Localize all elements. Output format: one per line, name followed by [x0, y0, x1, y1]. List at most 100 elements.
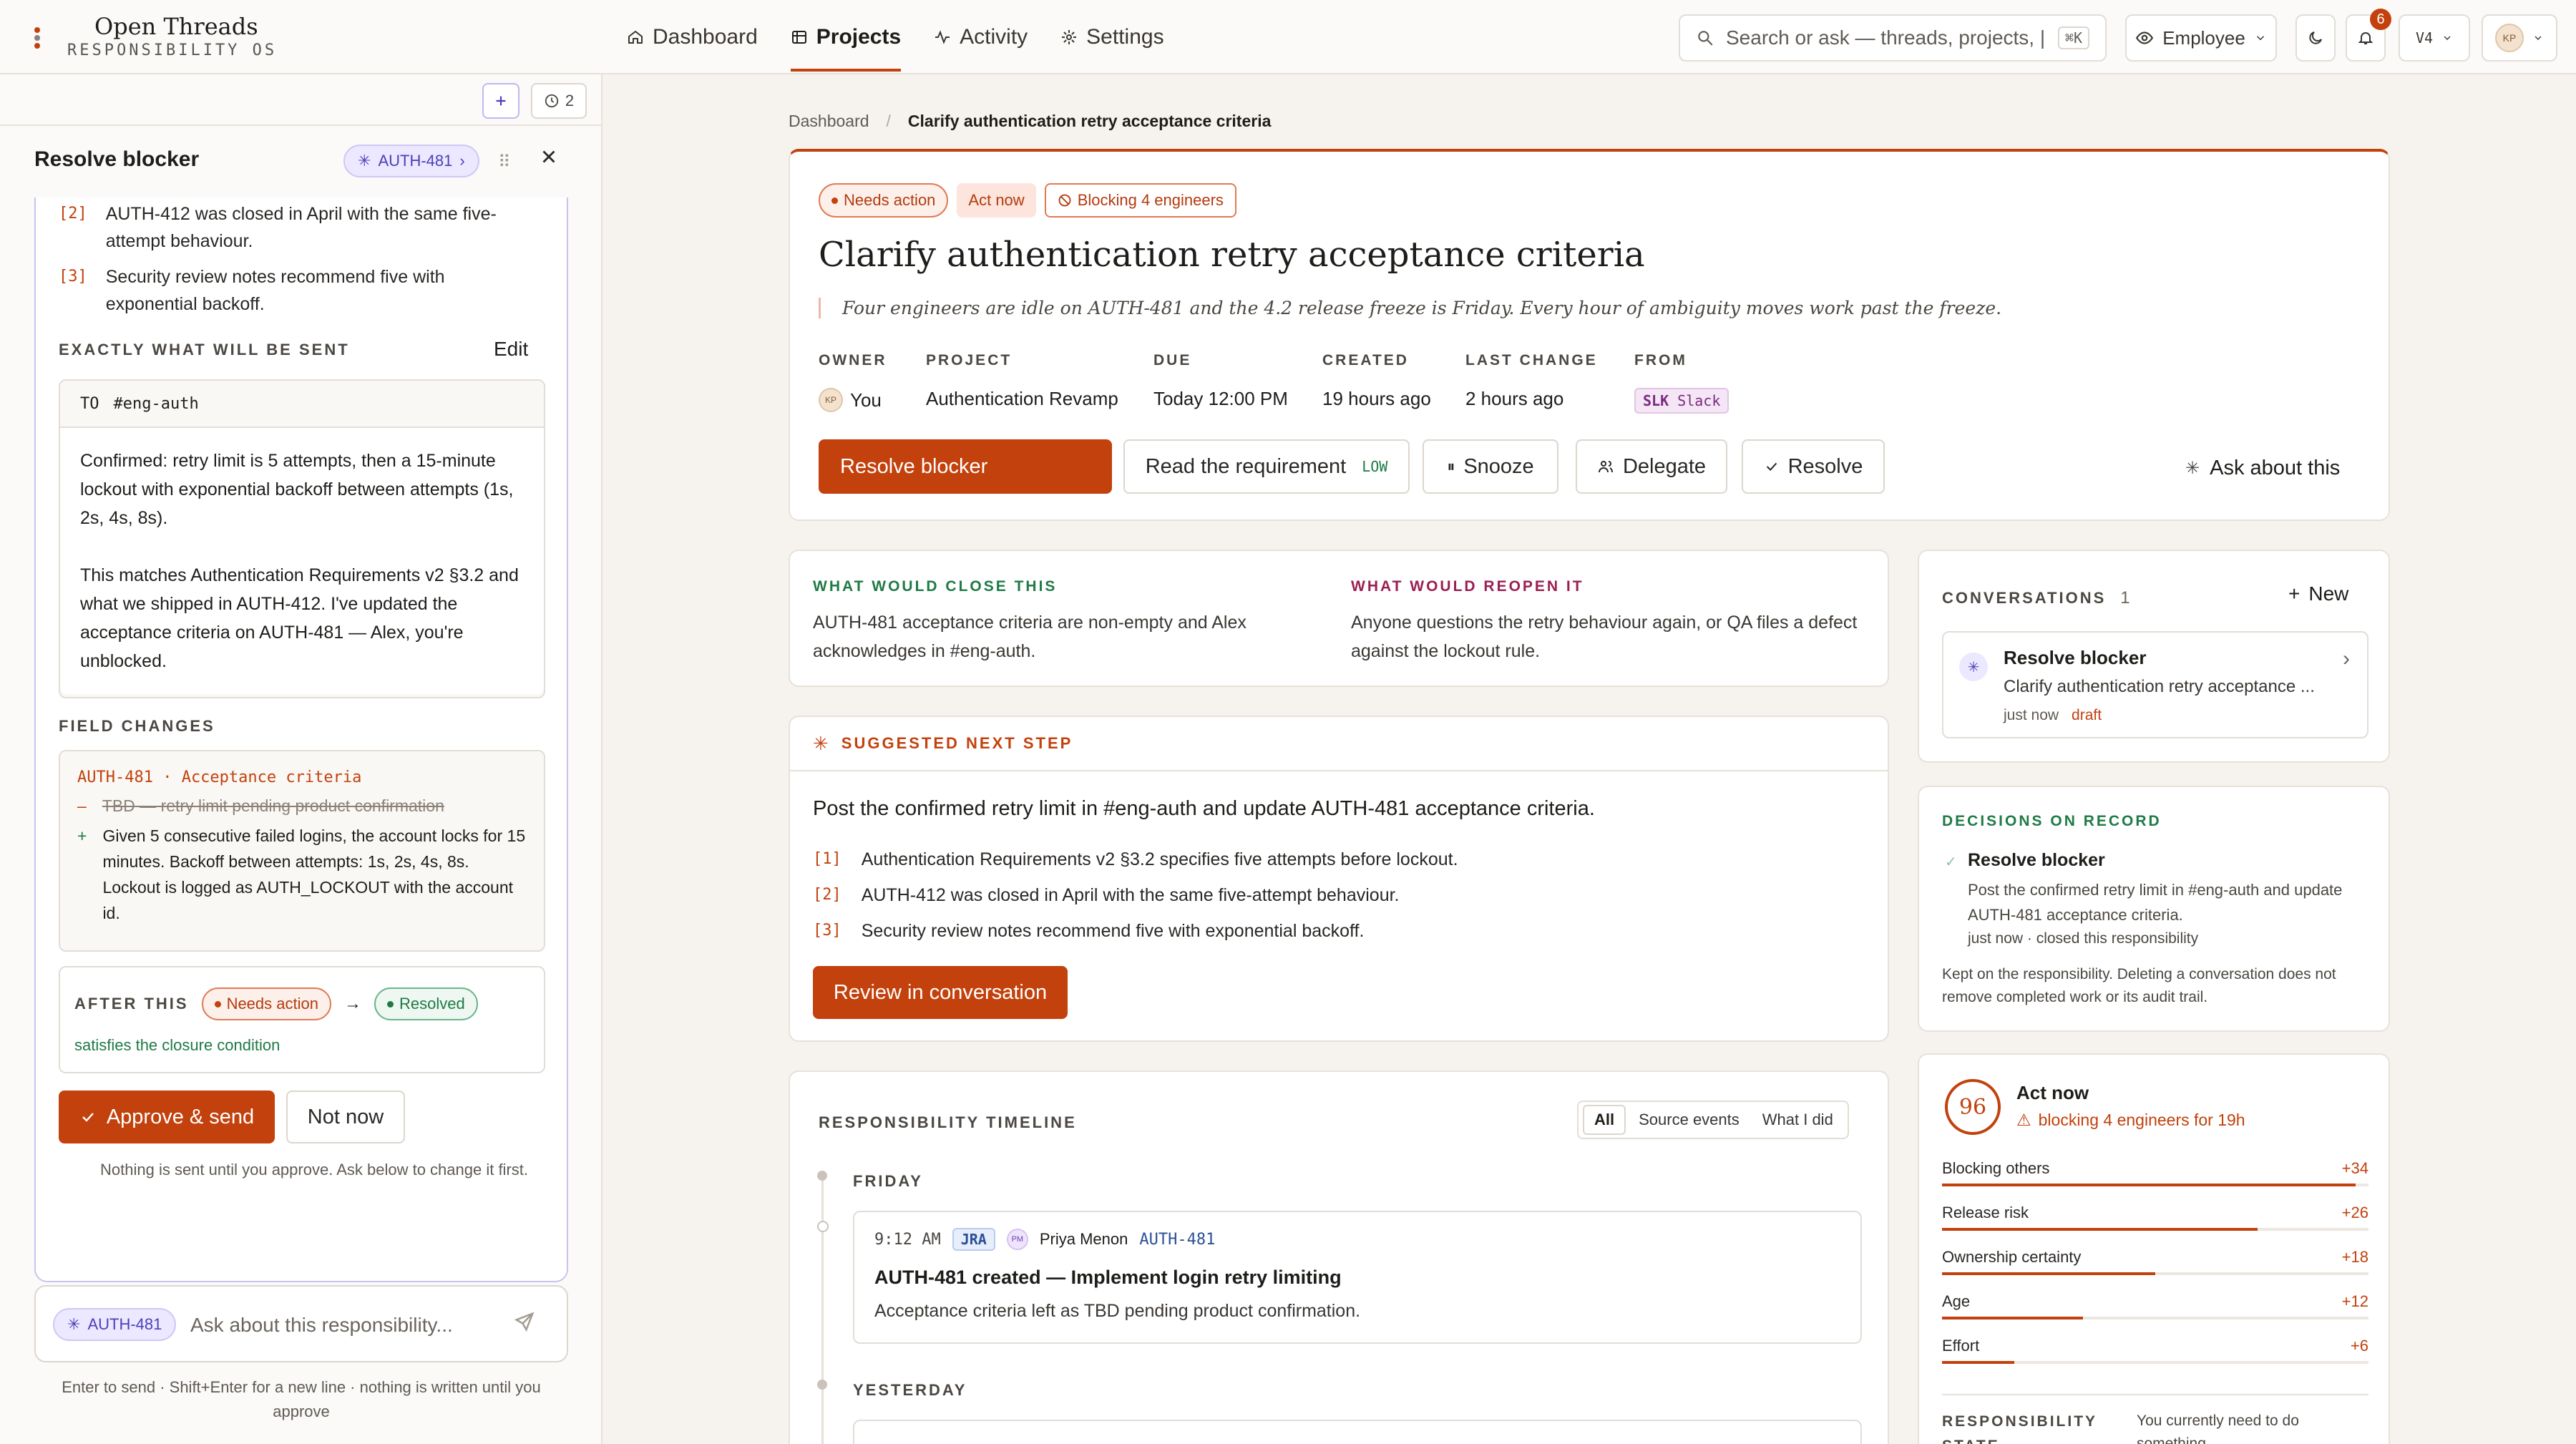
version-select[interactable]: V4 — [2399, 14, 2470, 62]
factor-fill — [1942, 1317, 2083, 1319]
score-label: Act now — [2016, 1082, 2089, 1103]
edit-button[interactable]: Edit — [494, 338, 528, 361]
chevron-down-icon — [2444, 36, 2451, 40]
theme-toggle[interactable] — [2296, 14, 2336, 62]
sparkle-icon: ✳ — [1959, 653, 1988, 681]
read-requirement-label: Read the requirement — [1145, 454, 1347, 478]
decision-title: Resolve blocker — [1968, 850, 2105, 870]
factor-fill — [1942, 1361, 2015, 1364]
people-icon — [1598, 461, 1613, 473]
citation-item[interactable]: [1] Authentication Requirements v2 §3.2 … — [813, 846, 1458, 873]
breadcrumb-root[interactable]: Dashboard — [789, 112, 869, 131]
factor-delta: +12 — [2341, 1292, 2368, 1310]
from-state-pill: Needs action — [201, 987, 331, 1020]
nav-activity[interactable]: Activity — [934, 0, 1028, 74]
composer-input[interactable]: Ask about this responsibility... — [190, 1314, 453, 1337]
role-select[interactable]: Employee — [2125, 14, 2277, 62]
send-icon[interactable] — [514, 1311, 535, 1337]
nav-projects[interactable]: Projects — [790, 0, 902, 74]
reopen-header: WHAT WOULD REOPEN IT — [1351, 578, 1584, 595]
factor-delta: +34 — [2341, 1159, 2368, 1177]
event-ticket-link[interactable]: AUTH-481 — [1139, 1231, 1215, 1249]
breadcrumb-current: Clarify authentication retry acceptance … — [907, 112, 1272, 130]
conversations-count: 1 — [2120, 588, 2130, 608]
resolve-blocker-button[interactable]: Resolve blocker — [819, 439, 1112, 494]
home-icon — [628, 30, 643, 44]
factor-row: Ownership certainty +18 — [1942, 1244, 2368, 1288]
history-button[interactable]: 2 — [531, 83, 587, 119]
close-icon[interactable] — [538, 146, 560, 172]
page-title: Clarify authentication retry acceptance … — [819, 235, 1645, 275]
slack-chip[interactable]: SLK Slack — [1634, 388, 1729, 414]
account-menu[interactable]: KP — [2482, 14, 2557, 62]
read-requirement-button[interactable]: Read the requirement LOW — [1123, 439, 1410, 494]
resolve-button[interactable]: Resolve — [1742, 439, 1885, 494]
composer[interactable]: ✳ AUTH-481 Ask about this responsibility… — [34, 1285, 568, 1362]
citation-number: [1] — [813, 850, 841, 868]
conversation-meta: just now draft — [2004, 707, 2102, 724]
context-chip[interactable]: ✳ AUTH-481 — [53, 1308, 177, 1341]
nav-settings[interactable]: Settings — [1060, 0, 1164, 74]
timeline-title: RESPONSIBILITY TIMELINE — [819, 1113, 1077, 1131]
nav-dashboard[interactable]: Dashboard — [627, 0, 758, 74]
delegate-button[interactable]: Delegate — [1576, 439, 1727, 494]
history-count: 2 — [565, 92, 575, 109]
blocking-badge: Blocking 4 engineers — [1044, 183, 1236, 218]
factor-label: Blocking others — [1942, 1159, 2050, 1177]
notifications-button[interactable]: 6 — [2346, 9, 2391, 62]
event-meta: 9:12 AM JRA PM Priya Menon AUTH-481 — [874, 1228, 1215, 1251]
priority-score-card: 96 Act now ⚠ blocking 4 engineers for 19… — [1918, 1053, 2390, 1444]
added-text: Given 5 consecutive failed logins, the a… — [102, 826, 526, 922]
review-conversation-button[interactable]: Review in conversation — [813, 966, 1068, 1019]
event-title: AUTH-481 created — Implement login retry… — [874, 1267, 1342, 1288]
meta-due: DUE Today 12:00 PM — [1153, 352, 1288, 410]
send-header: EXACTLY WHAT WILL BE SENT — [59, 341, 350, 358]
factor-label: Release risk — [1942, 1204, 2029, 1221]
filter-source-events[interactable]: Source events — [1629, 1106, 1750, 1133]
search-input[interactable]: Search or ask — threads, projects, | ⌘K — [1679, 14, 2107, 62]
to-label: TO — [80, 394, 99, 413]
needs-action-label: Needs action — [844, 191, 936, 209]
citation-item[interactable]: [3] Security review notes recommend five… — [813, 917, 1458, 945]
timeline-event[interactable] — [853, 1420, 1862, 1444]
new-conversation-link[interactable]: + New — [2288, 582, 2348, 605]
timeline-event[interactable]: 9:12 AM JRA PM Priya Menon AUTH-481 AUTH… — [853, 1211, 1862, 1344]
ticket-chip-label: AUTH-481 — [378, 152, 453, 170]
conversation-subtitle: Clarify authentication retry acceptance … — [2004, 677, 2315, 696]
meta-value: KP You — [819, 388, 887, 412]
chevron-right-icon: › — [459, 152, 465, 170]
app-name: Open Threads — [94, 13, 258, 40]
app-subtitle: RESPONSIBILITY OS — [67, 42, 278, 59]
new-conversation-button[interactable] — [482, 83, 519, 119]
meta-value[interactable]: Authentication Revamp — [926, 388, 1118, 410]
factor-delta: +26 — [2341, 1204, 2368, 1221]
factor-fill — [1942, 1228, 2258, 1231]
ask-about-button[interactable]: ✳ Ask about this — [2185, 457, 2340, 480]
ticket-chip[interactable]: ✳ AUTH-481 › — [343, 145, 479, 177]
timeline-dot — [817, 1221, 829, 1232]
conversation-time: just now — [2004, 707, 2059, 723]
suggested-title: SUGGESTED NEXT STEP — [841, 734, 1073, 752]
timeline-dot — [817, 1380, 827, 1390]
approve-send-button[interactable]: Approve & send — [59, 1091, 275, 1143]
decisions-title: DECISIONS ON RECORD — [1942, 813, 2162, 829]
factor-fill — [1942, 1272, 2155, 1275]
not-now-button[interactable]: Not now — [286, 1091, 405, 1143]
meta-project: PROJECT Authentication Revamp — [926, 352, 1118, 410]
sparkle-icon: ✳ — [2185, 459, 2200, 478]
source-code: SLK — [1643, 392, 1669, 409]
bell-icon — [2358, 32, 2373, 44]
citation-item[interactable]: [2] AUTH-412 was closed in April with th… — [813, 882, 1458, 909]
conversation-item[interactable]: ✳ Resolve blocker Clarify authentication… — [1942, 631, 2368, 738]
factor-track — [1942, 1228, 2368, 1231]
pause-icon: ⏸ — [1447, 457, 1455, 475]
factor-delta: +6 — [2350, 1337, 2368, 1355]
source-name: Slack — [1677, 392, 1721, 409]
main-nav: Dashboard Projects Activity Settings — [627, 0, 1164, 74]
factor-fill — [1942, 1184, 2356, 1186]
drag-handle-icon[interactable]: ⠿ — [498, 152, 511, 172]
filter-what-i-did[interactable]: What I did — [1752, 1106, 1843, 1133]
close-text: AUTH-481 acceptance criteria are non-emp… — [813, 613, 1246, 661]
snooze-button[interactable]: ⏸ Snooze — [1423, 439, 1558, 494]
filter-all[interactable]: All — [1583, 1105, 1626, 1135]
